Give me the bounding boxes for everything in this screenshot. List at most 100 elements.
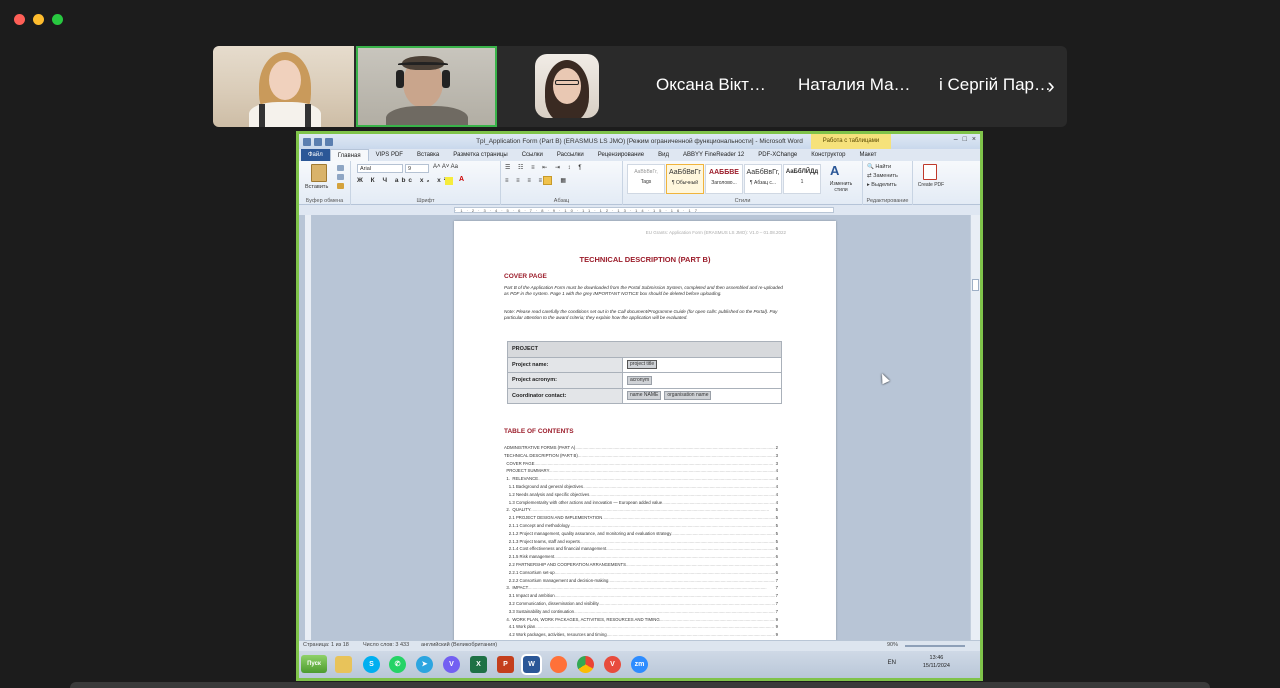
grow-font-icon[interactable]: A˄ A˅ Aa: [433, 164, 458, 170]
font-name-select[interactable]: Arial: [357, 164, 403, 173]
create-pdf-button[interactable]: Create PDF: [915, 182, 947, 188]
tab-file[interactable]: Файл: [301, 149, 330, 161]
font-size-select[interactable]: 9: [405, 164, 429, 173]
zoom-level[interactable]: 90%: [887, 642, 898, 648]
telegram-icon[interactable]: ➤: [416, 656, 433, 673]
toc-entry[interactable]: 1.1 Background and general objectives...…: [504, 482, 778, 491]
participant-video-3[interactable]: [499, 46, 640, 127]
organisation-name-field[interactable]: organisation name: [664, 391, 712, 401]
toc-entry[interactable]: 2.2.1 Consortium set-up.................…: [504, 568, 778, 577]
style-normal[interactable]: АаБбВвГг ¶ Обычный: [666, 164, 704, 194]
word-count-status[interactable]: Число слов: 3 433: [363, 642, 409, 648]
font-color-icon[interactable]: A: [459, 176, 464, 183]
align-icons[interactable]: ≡ ≡ ≡ ≡ ↨ ▦: [505, 177, 569, 184]
chrome-icon[interactable]: [577, 656, 594, 673]
skype-icon[interactable]: S: [363, 656, 380, 673]
vivaldi-icon[interactable]: V: [604, 656, 621, 673]
toc-entry[interactable]: COVER PAGE..............................…: [504, 459, 778, 468]
toc-entry[interactable]: 2.1.1 Concept and methodology...........…: [504, 521, 778, 530]
replace-button[interactable]: ⇄ Заменить: [867, 173, 898, 179]
tab-home[interactable]: Главная: [329, 149, 369, 161]
participant-video-active-speaker[interactable]: [356, 46, 497, 127]
toc-entry[interactable]: 3. IMPACT...............................…: [504, 584, 778, 593]
toc-entry[interactable]: 2.1 PROJECT DESIGN AND IMPLEMENTATION...…: [504, 514, 778, 522]
excel-icon[interactable]: X: [470, 656, 487, 673]
toc-entry[interactable]: 1.3 Complementarity with other actions a…: [504, 498, 778, 507]
participant-name-2[interactable]: Наталия Ма…: [798, 75, 911, 95]
toc-entry[interactable]: 2.1.2 Project management, quality assura…: [504, 529, 778, 538]
highlight-icon[interactable]: [445, 177, 453, 185]
maximize-icon[interactable]: □: [963, 136, 967, 143]
chevron-right-icon[interactable]: ›: [1039, 72, 1063, 100]
project-acronym-cell[interactable]: acronym: [622, 372, 782, 389]
format-painter-icon[interactable]: [337, 183, 344, 189]
acronym-field[interactable]: acronym: [627, 375, 653, 385]
start-button[interactable]: Пуск: [301, 655, 327, 673]
toc-entry[interactable]: 1. RELEVANCE............................…: [504, 475, 778, 483]
whatsapp-icon[interactable]: ✆: [389, 656, 406, 673]
copy-icon[interactable]: [337, 174, 344, 180]
toc-entry[interactable]: 2.1.3 Project teams, staff and experts..…: [504, 537, 778, 546]
tab-insert[interactable]: Вставка: [410, 149, 446, 161]
powerpoint-icon[interactable]: P: [497, 656, 514, 673]
toc-entry[interactable]: PROJECT SUMMARY.........................…: [504, 467, 778, 476]
coordinator-name-field[interactable]: name NAME: [627, 391, 662, 401]
language-status[interactable]: английский (Великобритания): [421, 642, 497, 648]
coordinator-contact-cell[interactable]: name NAME organisation name: [622, 387, 782, 404]
toc-entry[interactable]: 2. QUALITY..............................…: [504, 506, 778, 515]
cut-icon[interactable]: [337, 165, 344, 171]
change-styles-icon[interactable]: A: [830, 163, 839, 178]
participant-name-1[interactable]: Оксана Вікт…: [656, 75, 766, 95]
list-icons[interactable]: ☰ ☷ ≡ ⇤ ⇥ ↕ ¶: [505, 164, 585, 171]
close-window-button[interactable]: [14, 14, 25, 25]
select-button[interactable]: ▸ Выделить: [867, 182, 897, 188]
tab-design[interactable]: Конструктор: [804, 149, 852, 161]
create-pdf-icon[interactable]: [923, 164, 937, 180]
find-button[interactable]: 🔍 Найти: [867, 164, 891, 170]
project-name-cell[interactable]: project title: [622, 356, 782, 373]
firefox-icon[interactable]: [550, 656, 567, 673]
tab-layout[interactable]: Макет: [852, 149, 883, 161]
zoom-window-button[interactable]: [52, 14, 63, 25]
style-list-paragraph[interactable]: АаБбВвГг, ¶ Абзац с...: [744, 164, 782, 194]
paste-button[interactable]: Вставить: [305, 184, 328, 190]
tab-review[interactable]: Рецензирование: [591, 149, 651, 161]
toc-entry[interactable]: 2.1.5 Risk management...................…: [504, 553, 778, 561]
vertical-scrollbar[interactable]: [970, 215, 980, 640]
project-title-field[interactable]: project title: [627, 360, 658, 370]
toc-entry[interactable]: 2.2 PARTNERSHIP AND COOPERATION ARRANGEM…: [504, 560, 778, 569]
toc-entry[interactable]: 2.1.4 Cost effectiveness and financial m…: [504, 545, 778, 554]
minimize-window-button[interactable]: [33, 14, 44, 25]
document-page[interactable]: EU Grants: Application Form (ERASMUS LS …: [454, 221, 836, 641]
keyboard-language[interactable]: EN: [888, 660, 896, 666]
toc-entry[interactable]: 4.1 Work plan...........................…: [504, 623, 778, 632]
toc-entry[interactable]: ADMINISTRATIVE FORMS (PART A)...........…: [504, 444, 778, 452]
toc-entry[interactable]: 1.2 Needs analysis and specific objectiv…: [504, 490, 778, 499]
toc-entry[interactable]: 2.2.2 Consortium management and decision…: [504, 576, 778, 585]
tab-page-layout[interactable]: Разметка страницы: [446, 149, 514, 161]
toc-entry[interactable]: 3.2 Communication, dissemination and vis…: [504, 599, 778, 608]
system-clock[interactable]: 13:46 15/11/2024: [923, 654, 950, 670]
justify-icon[interactable]: [543, 176, 552, 185]
tab-references[interactable]: Ссылки: [515, 149, 550, 161]
bold-italic-underline-icon[interactable]: Ж К Ч abc x₂ x²: [357, 177, 449, 184]
toc-entry[interactable]: 4.2 Work packages, activities, resources…: [504, 631, 778, 639]
tab-vips-pdf[interactable]: VIPS PDF: [369, 149, 410, 161]
tab-mailings[interactable]: Рассылки: [550, 149, 591, 161]
participant-name-3[interactable]: і Сергій Пар…: [939, 75, 1051, 95]
toc-entry[interactable]: 4. WORK PLAN, WORK PACKAGES, ACTIVITIES,…: [504, 615, 778, 624]
change-styles-button[interactable]: Изменить стили: [823, 181, 859, 193]
zoom-slider[interactable]: [905, 645, 965, 647]
viber-icon[interactable]: V: [443, 656, 460, 673]
minimize-icon[interactable]: –: [954, 136, 958, 143]
word-taskbar-icon[interactable]: W: [521, 654, 542, 675]
close-icon[interactable]: ×: [972, 136, 976, 143]
tab-abbyy[interactable]: ABBYY FineReader 12: [676, 149, 751, 161]
participant-video-1[interactable]: [213, 46, 354, 127]
paste-icon[interactable]: [311, 164, 327, 182]
toc-entry[interactable]: 3.3 Sustainability and continuation.....…: [504, 607, 778, 616]
style-heading[interactable]: ААББВЕ Заголово...: [705, 164, 743, 194]
toc-entry[interactable]: TECHNICAL DESCRIPTION (PART B)..........…: [504, 451, 778, 460]
style-tags[interactable]: AaBbВвГг, Tags: [627, 164, 665, 194]
toc-entry[interactable]: 3.1 Impact and ambition.................…: [504, 592, 778, 600]
